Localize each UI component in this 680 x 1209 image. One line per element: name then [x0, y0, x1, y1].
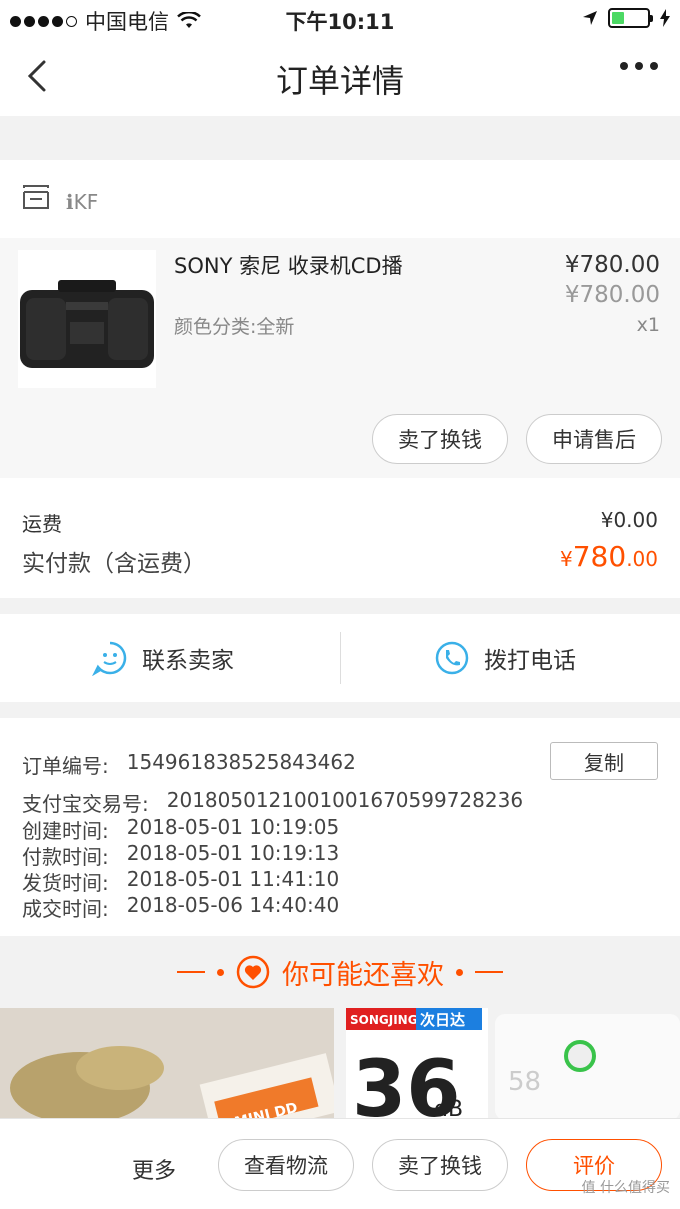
product-original-price: ¥780.00	[564, 282, 660, 308]
decor-line	[475, 971, 503, 973]
sell-button[interactable]: 卖了换钱	[372, 414, 508, 464]
recommend-title: 你可能还喜欢	[282, 959, 444, 991]
decor-dot	[217, 968, 224, 976]
shop-name: ℹKF	[66, 190, 99, 214]
brand-text: SONGJING	[350, 1013, 418, 1027]
call-button[interactable]: 拨打电话	[434, 614, 576, 702]
order-number-row: 订单编号: 154961838525843462	[22, 750, 356, 779]
bottom-action-bar: 更多 查看物流 卖了换钱 评价 值 什么值得买	[0, 1118, 680, 1209]
info-label: 订单编号:	[22, 754, 109, 778]
shipped-row: 发货时间: 2018-05-01 11:41:10	[22, 867, 339, 896]
after-sales-button[interactable]: 申请售后	[526, 414, 662, 464]
shop-icon	[23, 185, 49, 209]
charging-icon	[660, 9, 670, 27]
info-label: 创建时间:	[22, 819, 109, 843]
info-label: 成交时间:	[22, 897, 109, 921]
recommend-header: 你可能还喜欢	[0, 936, 680, 1008]
completed-row: 成交时间: 2018-05-06 14:40:40	[22, 893, 339, 922]
view-logistics-button[interactable]: 查看物流	[218, 1139, 354, 1191]
recommend-grid: MINI DD SONGJING 次日达 36 dB 58	[0, 1008, 680, 1120]
paid-label: 实付款（含运费）	[22, 551, 206, 577]
info-value: 2018-05-06 14:40:40	[126, 893, 340, 917]
decor-line	[177, 971, 205, 973]
watermark: 值 什么值得买	[581, 1180, 670, 1196]
paid-amount: ¥780.00	[560, 540, 658, 573]
product-image[interactable]	[18, 250, 156, 388]
contact-seller-button[interactable]: 联系卖家	[92, 614, 234, 702]
contact-seller-label: 联系卖家	[142, 648, 234, 674]
created-row: 创建时间: 2018-05-01 10:19:05	[22, 815, 339, 844]
shipping-value: ¥0.00	[600, 508, 658, 532]
info-label: 支付宝交易号:	[22, 792, 149, 816]
info-label: 付款时间:	[22, 845, 109, 869]
nav-bar: 订单详情	[0, 38, 680, 116]
decor-dot	[456, 968, 463, 976]
more-button[interactable]: 更多	[132, 1153, 176, 1185]
product-price: ¥780.00	[564, 252, 660, 278]
battery-icon	[608, 8, 653, 28]
recommend-item-2[interactable]: SONGJING 次日达 36 dB 58	[340, 1008, 680, 1120]
shipping-label: 运费	[22, 512, 62, 536]
shop-header[interactable]: ℹKF	[0, 160, 680, 238]
location-arrow-icon	[583, 11, 597, 25]
heart-icon	[236, 955, 270, 989]
fee-summary: 运费 ¥0.00 实付款（含运费） ¥780.00	[0, 478, 680, 598]
decibel-unit: dB	[434, 1097, 463, 1120]
info-value: 2018-05-01 10:19:05	[126, 815, 340, 839]
page-title: 订单详情	[275, 62, 404, 100]
more-menu-icon[interactable]	[620, 62, 658, 70]
alipay-row: 支付宝交易号: 2018050121001001670599728236	[22, 788, 523, 817]
chat-face-icon	[92, 641, 127, 676]
order-info: 订单编号: 154961838525843462 复制 支付宝交易号: 2018…	[0, 718, 680, 936]
product-spec: 颜色分类:全新	[174, 316, 295, 338]
info-value: 2018050121001001670599728236	[166, 788, 524, 812]
product-quantity: x1	[636, 314, 660, 336]
copy-button[interactable]: 复制	[550, 742, 658, 780]
status-right	[582, 8, 670, 28]
next-day-badge: 次日达	[420, 1011, 465, 1029]
divider	[340, 632, 341, 684]
product-title[interactable]: SONY 索尼 收录机CD播	[174, 252, 534, 280]
clock: 下午10:11	[285, 10, 395, 34]
phone-icon	[435, 641, 469, 675]
display-digits: 58	[508, 1067, 541, 1097]
call-label: 拨打电话	[484, 648, 576, 674]
product-card[interactable]: SONY 索尼 收录机CD播 颜色分类:全新 ¥780.00 ¥780.00 x…	[0, 238, 680, 478]
info-value: 2018-05-01 11:41:10	[126, 867, 340, 891]
paid-row: 付款时间: 2018-05-01 10:19:13	[22, 841, 339, 870]
info-label: 发货时间:	[22, 871, 109, 895]
contact-bar: 联系卖家 拨打电话	[0, 614, 680, 702]
sell-item-button[interactable]: 卖了换钱	[372, 1139, 508, 1191]
recommend-item-1[interactable]: MINI DD	[0, 1008, 341, 1120]
info-value: 2018-05-01 10:19:13	[126, 841, 340, 865]
status-bar: 中国电信 下午10:11	[0, 0, 680, 38]
info-value: 154961838525843462	[126, 750, 356, 774]
